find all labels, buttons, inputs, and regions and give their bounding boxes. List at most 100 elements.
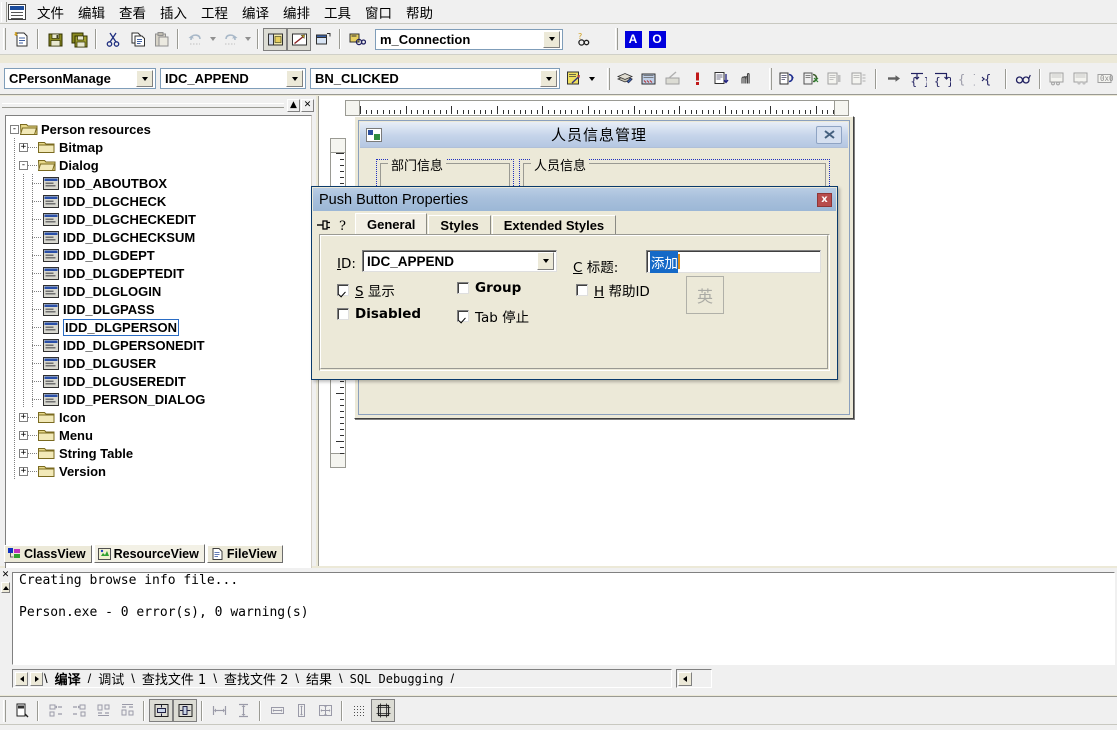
tree-item-string-table[interactable]: + String Table xyxy=(10,444,311,462)
menu-help[interactable]: 帮助 xyxy=(399,0,440,25)
output-tab-debug[interactable]: 调试 xyxy=(92,669,130,688)
center-horizontal-icon[interactable] xyxy=(149,699,173,722)
output-hscroll-left-button[interactable] xyxy=(678,671,692,686)
tree-item-idd-dlgchecksum[interactable]: IDD_DLGCHECKSUM xyxy=(10,228,311,246)
find-in-files-icon[interactable] xyxy=(345,28,369,51)
tree-expander[interactable]: - xyxy=(10,124,19,134)
build-toolbar-gripper[interactable] xyxy=(607,67,610,90)
ime-indicator[interactable]: 英 xyxy=(686,276,724,314)
tab-resourceview[interactable]: ResourceView xyxy=(93,544,205,563)
step-over-braces-icon[interactable]: { } xyxy=(929,67,953,90)
output-tab-prev-button[interactable] xyxy=(15,671,28,686)
wizardbar-class-combo[interactable]: CPersonManage xyxy=(4,68,156,89)
class-combo-dropdown-icon[interactable] xyxy=(136,70,153,87)
tree-expander[interactable]: + xyxy=(19,142,28,152)
wizardbar-object-combo[interactable]: IDC_APPEND xyxy=(160,68,306,89)
id-combo-dropdown-icon[interactable] xyxy=(537,252,554,270)
layout-toolbar-gripper[interactable] xyxy=(3,699,6,722)
checkbox-tab-stop-box[interactable] xyxy=(457,310,469,322)
output-tab-sql-debugging[interactable]: SQL Debugging xyxy=(344,672,450,686)
output-tab-build[interactable]: 编译 xyxy=(49,669,87,688)
menu-project[interactable]: 工程 xyxy=(194,0,235,25)
output-text[interactable]: Creating browse info file... Person.exe … xyxy=(12,572,1115,665)
id-combo[interactable]: IDC_APPEND xyxy=(362,250,557,272)
tree-item-idd-dlgdept[interactable]: IDD_DLGDEPT xyxy=(10,246,311,264)
tree-item-idd-dlglogin[interactable]: IDD_DLGLOGIN xyxy=(10,282,311,300)
checkbox-help-id[interactable]: H 帮助ID xyxy=(576,280,650,300)
edited-dialog-close-button[interactable] xyxy=(816,125,842,144)
compile-icon[interactable] xyxy=(613,67,637,90)
menu-view[interactable]: 查看 xyxy=(112,0,153,25)
push-button-properties-dialog[interactable]: Push Button Properties x ? General Style… xyxy=(311,186,838,380)
output-close-button[interactable]: ✕ xyxy=(1,571,10,582)
window-list-icon[interactable] xyxy=(311,28,335,51)
copy-icon[interactable] xyxy=(125,28,149,51)
ab-toolbar-gripper[interactable] xyxy=(615,28,618,50)
tree-item-bitmap[interactable]: + Bitmap xyxy=(10,138,311,156)
tree-item-idd-person-dialog[interactable]: IDD_PERSON_DIALOG xyxy=(10,390,311,408)
workspace-drag-handle[interactable] xyxy=(2,102,284,108)
tree-expander[interactable]: + xyxy=(19,466,28,476)
output-tab-find-in-files-2[interactable]: 查找文件 2 xyxy=(218,669,294,688)
wizardbar-dropdown-arrow[interactable] xyxy=(586,67,597,90)
watch-icon[interactable] xyxy=(1011,67,1035,90)
menu-insert[interactable]: 插入 xyxy=(153,0,194,25)
tree-item-dialog[interactable]: - Dialog xyxy=(10,156,311,174)
paste-icon[interactable] xyxy=(149,28,173,51)
help-find-icon[interactable]: ? xyxy=(571,28,595,51)
remove-breakpoints-icon[interactable] xyxy=(799,67,823,90)
workspace-minimize-button[interactable]: ▲ xyxy=(287,98,300,112)
step-into-braces-icon[interactable]: { } xyxy=(905,67,929,90)
menu-layout[interactable]: 编排 xyxy=(276,0,317,25)
tree-item-idd-dlguser[interactable]: IDD_DLGUSER xyxy=(10,354,311,372)
toggle-grid-icon[interactable] xyxy=(347,699,371,722)
go-icon[interactable] xyxy=(709,67,733,90)
save-icon[interactable] xyxy=(43,28,67,51)
checkbox-group[interactable]: Group xyxy=(457,280,521,296)
new-file-icon[interactable] xyxy=(9,28,33,51)
tree-expander[interactable]: + xyxy=(19,448,28,458)
toggle-o-button[interactable]: O xyxy=(645,28,669,51)
menu-window[interactable]: 窗口 xyxy=(358,0,399,25)
insert-breakpoint-icon[interactable] xyxy=(775,67,799,90)
tree-item-idd-aboutbox[interactable]: IDD_ABOUTBOX xyxy=(10,174,311,192)
caption-input[interactable]: 添加 xyxy=(646,250,821,273)
menubar-gripper[interactable] xyxy=(1,1,7,22)
tab-fileview[interactable]: FileView xyxy=(206,545,283,563)
tree-item-idd-dlgpersonedit[interactable]: IDD_DLGPERSONEDIT xyxy=(10,336,311,354)
checkbox-group-box[interactable] xyxy=(457,282,469,294)
checkbox-disabled[interactable]: Disabled xyxy=(337,306,421,322)
center-vertical-icon[interactable] xyxy=(173,699,197,722)
menu-file[interactable]: 文件 xyxy=(30,0,71,25)
tree-item-idd-dlgcheck[interactable]: IDD_DLGCHECK xyxy=(10,192,311,210)
output-scroll-up-button[interactable] xyxy=(1,582,10,593)
checkbox-disabled-box[interactable] xyxy=(337,308,349,320)
pushpin-icon[interactable] xyxy=(314,215,334,235)
workspace-close-button[interactable]: ✕ xyxy=(301,98,314,112)
menu-tools[interactable]: 工具 xyxy=(317,0,358,25)
output-tab-next-button[interactable] xyxy=(30,671,43,686)
tree-item-idd-dlgperson[interactable]: IDD_DLGPERSON xyxy=(10,318,311,336)
output-tab-find-in-files-1[interactable]: 查找文件 1 xyxy=(136,669,212,688)
execute-icon[interactable] xyxy=(685,67,709,90)
cut-icon[interactable] xyxy=(101,28,125,51)
tab-classview[interactable]: ClassView xyxy=(4,545,92,563)
menu-edit[interactable]: 编辑 xyxy=(71,0,112,25)
menu-build[interactable]: 编译 xyxy=(235,0,276,25)
tree-item-person-resources[interactable]: - Person resources xyxy=(10,120,311,138)
tab-general[interactable]: General xyxy=(355,213,428,235)
properties-titlebar[interactable]: Push Button Properties x xyxy=(313,188,836,211)
object-combo-dropdown-icon[interactable] xyxy=(286,70,303,87)
checkbox-visible[interactable]: S 显示 xyxy=(337,280,395,300)
build-icon[interactable] xyxy=(637,67,661,90)
tree-item-idd-dlguseredit[interactable]: IDD_DLGUSEREDIT xyxy=(10,372,311,390)
checkbox-tab-stop[interactable]: Tab 停止 xyxy=(457,306,529,326)
tree-expander[interactable]: - xyxy=(19,160,28,170)
tree-item-idd-dlgcheckedit[interactable]: IDD_DLGCHECKEDIT xyxy=(10,210,311,228)
run-to-cursor-braces-icon[interactable]: { } xyxy=(977,67,1001,90)
wizardbar-message-combo[interactable]: BN_CLICKED xyxy=(310,68,560,89)
tab-styles[interactable]: Styles xyxy=(428,215,491,235)
tree-expander[interactable]: + xyxy=(19,430,28,440)
tab-extended-styles[interactable]: Extended Styles xyxy=(491,215,617,235)
wizardbar-action-icon[interactable] xyxy=(562,67,586,90)
